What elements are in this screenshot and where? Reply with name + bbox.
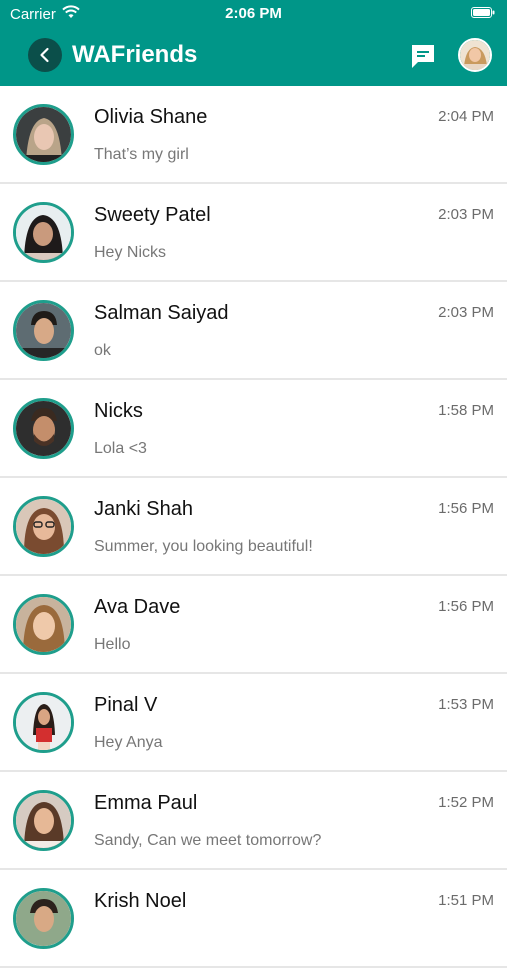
chevron-left-icon — [40, 47, 49, 63]
message-preview: Sandy, Can we meet tomorrow? — [94, 832, 322, 849]
message-preview: Hey Nicks — [94, 244, 167, 261]
chat-row[interactable]: Pinal V Hey Anya 1:53 PM — [0, 674, 507, 772]
chat-row[interactable]: Sweety Patel Hey Nicks 2:03 PM — [0, 184, 507, 282]
avatar — [13, 202, 74, 263]
message-time: 2:04 PM — [438, 108, 494, 125]
new-message-icon[interactable] — [409, 42, 437, 70]
message-time: 1:56 PM — [438, 598, 494, 615]
message-preview: ok — [94, 342, 111, 359]
contact-name: Krish Noel — [94, 890, 187, 912]
user-photo-icon — [460, 40, 490, 70]
avatar — [13, 398, 74, 459]
chat-row[interactable]: Olivia Shane That’s my girl 2:04 PM — [0, 86, 507, 184]
contact-name: Nicks — [94, 400, 143, 422]
avatar — [13, 888, 74, 949]
contact-name: Olivia Shane — [94, 106, 208, 128]
chat-list: Olivia Shane That’s my girl 2:04 PM Swee… — [0, 86, 507, 968]
message-time: 2:03 PM — [438, 206, 494, 223]
navigation-bar: WAFriends — [0, 28, 507, 86]
message-preview: Hello — [94, 636, 131, 653]
chat-row[interactable]: Janki Shah Summer, you looking beautiful… — [0, 478, 507, 576]
contact-name: Janki Shah — [94, 498, 193, 520]
contact-name: Sweety Patel — [94, 204, 211, 226]
avatar — [13, 300, 74, 361]
chat-row[interactable]: Emma Paul Sandy, Can we meet tomorrow? 1… — [0, 772, 507, 870]
message-preview: Summer, you looking beautiful! — [94, 538, 313, 555]
avatar — [13, 594, 74, 655]
message-time: 2:03 PM — [438, 304, 494, 321]
status-time: 2:06 PM — [225, 5, 282, 22]
message-preview: Hey Anya — [94, 734, 163, 751]
avatar — [13, 692, 74, 753]
message-time: 1:52 PM — [438, 794, 494, 811]
battery-icon — [471, 7, 495, 18]
message-time: 1:53 PM — [438, 696, 494, 713]
status-bar: Carrier 2:06 PM — [0, 0, 507, 28]
page-title: WAFriends — [72, 41, 198, 68]
chat-row[interactable]: Salman Saiyad ok 2:03 PM — [0, 282, 507, 380]
avatar — [13, 104, 74, 165]
message-time: 1:58 PM — [438, 402, 494, 419]
contact-name: Salman Saiyad — [94, 302, 229, 324]
avatar — [13, 790, 74, 851]
contact-name: Emma Paul — [94, 792, 198, 814]
message-preview: Lola <3 — [94, 440, 147, 457]
chat-row[interactable]: Krish Noel 1:51 PM — [0, 870, 507, 968]
profile-avatar[interactable] — [458, 38, 492, 72]
message-time: 1:56 PM — [438, 500, 494, 517]
message-time: 1:51 PM — [438, 892, 494, 909]
chat-row[interactable]: Nicks Lola <3 1:58 PM — [0, 380, 507, 478]
back-button[interactable] — [28, 38, 62, 72]
chat-row[interactable]: Ava Dave Hello 1:56 PM — [0, 576, 507, 674]
contact-name: Ava Dave — [94, 596, 181, 618]
contact-name: Pinal V — [94, 694, 158, 716]
message-preview: That’s my girl — [94, 146, 189, 163]
avatar — [13, 496, 74, 557]
